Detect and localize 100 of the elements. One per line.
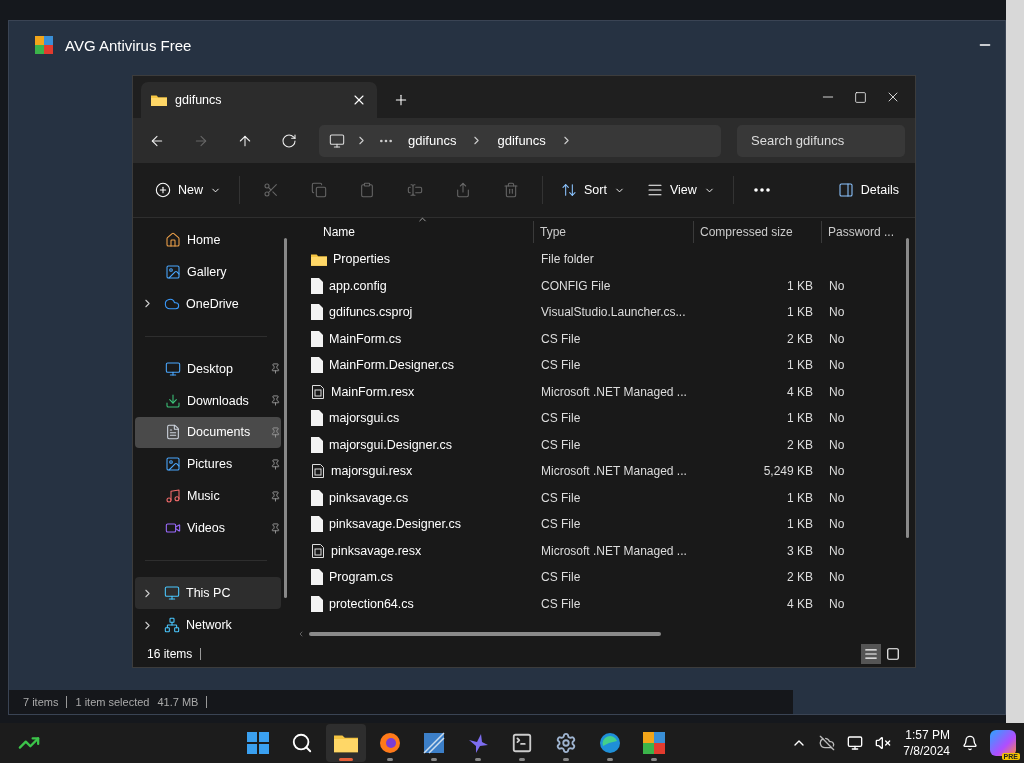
table-cell-text: CS File — [540, 331, 582, 346]
copy-icon — [311, 182, 327, 198]
search-field[interactable]: Search gdifuncs — [737, 124, 905, 157]
sidebar-item[interactable]: Desktop — [135, 352, 281, 385]
breadcrumb-link[interactable]: gdifuncs — [493, 133, 550, 148]
muted-speaker-icon[interactable] — [875, 735, 892, 751]
settings-icon — [554, 732, 577, 754]
column-header[interactable]: Name — [291, 221, 533, 243]
scroll-left-icon[interactable] — [297, 630, 305, 638]
file-name[interactable]: majorsgui.Designer.cs — [291, 436, 533, 453]
lines-icon — [864, 647, 878, 661]
table-cell-text: No — [828, 543, 846, 558]
table-cell-text: CS File — [540, 517, 582, 532]
table-cell-text: 4 KB — [786, 596, 814, 611]
gallery-icon — [165, 263, 181, 280]
sidebar-item[interactable]: Downloads — [135, 384, 281, 417]
file-name[interactable]: pinksavage.Designer.cs — [291, 516, 533, 533]
file-name[interactable]: gdifuncs.csproj — [291, 304, 533, 321]
table-cell-text: No — [828, 278, 846, 293]
table-cell-text: Microsoft .NET Managed ... — [540, 543, 688, 558]
folder-tab[interactable]: gdifuncs — [141, 82, 377, 118]
table-cell-text: 1 KB — [786, 278, 814, 293]
file-name[interactable]: majorsgui.cs — [291, 410, 533, 427]
file-name[interactable]: Program.cs — [291, 569, 533, 586]
document-icon — [311, 383, 325, 400]
sort-button[interactable]: Sort — [557, 178, 629, 202]
file-name[interactable]: MainForm.cs — [291, 330, 533, 347]
table-cell-text: No — [828, 411, 846, 426]
sidebar-item[interactable]: OneDrive — [135, 287, 281, 320]
sidebar-item[interactable]: Network — [135, 609, 281, 641]
table-cell-text: No — [828, 358, 846, 373]
document-icon — [165, 424, 181, 441]
table-cell-text: VisualStudio.Launcher.cs... — [540, 305, 687, 320]
sidebar-item[interactable]: Documents — [135, 416, 281, 449]
cloud-off-icon[interactable] — [819, 735, 836, 751]
computer-icon — [164, 585, 180, 602]
address-bar[interactable]: gdifuncs gdifuncs — [319, 124, 721, 157]
table-cell-text: No — [828, 464, 846, 479]
file-name[interactable]: MainForm.Designer.cs — [291, 357, 533, 374]
search-icon — [290, 732, 313, 754]
table-cell-text: CONFIG File — [540, 278, 612, 293]
column-header[interactable]: Compressed size — [693, 221, 821, 243]
table-cell-text: 3 KB — [786, 543, 814, 558]
details-button[interactable]: Details — [833, 178, 903, 202]
square-icon — [886, 647, 900, 661]
details-view-button[interactable] — [861, 644, 881, 664]
column-header[interactable]: Type — [533, 221, 693, 243]
table-cell-text: 1 KB — [786, 358, 814, 373]
notification-icon[interactable] — [962, 735, 978, 751]
windows-start-icon — [246, 732, 269, 754]
table-cell-text: 1 KB — [786, 517, 814, 532]
delete-icon — [503, 182, 519, 198]
music-icon — [165, 488, 181, 505]
breadcrumb-link[interactable]: gdifuncs — [404, 133, 461, 148]
sort-icon — [561, 182, 577, 198]
more-icon — [753, 188, 770, 192]
table-cell-text: CS File — [540, 411, 582, 426]
table-cell-text: CS File — [540, 596, 582, 611]
table-cell-text: No — [828, 517, 846, 532]
taskbar-app-button[interactable] — [325, 724, 366, 762]
table-cell-text: 1 KB — [786, 490, 814, 505]
file-name[interactable]: MainForm.resx — [291, 383, 533, 400]
picture-icon — [165, 456, 181, 473]
paste-icon — [359, 182, 375, 198]
table-cell-text: No — [828, 384, 846, 399]
view-button[interactable]: View — [642, 178, 719, 202]
table-cell-text: 2 KB — [786, 437, 814, 452]
sidebar-item[interactable]: Pictures — [135, 448, 281, 481]
table-cell-text: 1 KB — [786, 305, 814, 320]
sidebar-item[interactable]: This PC — [135, 577, 281, 610]
status-text: 1 item selected — [75, 696, 150, 708]
terminal-icon — [510, 732, 533, 754]
file-icon — [311, 569, 323, 586]
table-cell-text: CS File — [540, 358, 582, 373]
file-name[interactable]: pinksavage.cs — [291, 489, 533, 506]
file-icon — [311, 595, 323, 612]
file-name[interactable]: app.config — [291, 277, 533, 294]
file-name[interactable]: protection64.cs — [291, 595, 533, 612]
table-cell-text: 2 KB — [786, 570, 814, 585]
table-cell-text: CS File — [540, 570, 582, 585]
sidebar-item[interactable]: Gallery — [135, 255, 281, 288]
maximize-icon[interactable] — [854, 90, 867, 104]
folder-icon — [151, 93, 167, 107]
sidebar-item[interactable]: Home — [135, 224, 281, 256]
file-name[interactable]: pinksavage.resx — [291, 542, 533, 559]
sidebar-item[interactable]: Videos — [135, 512, 281, 545]
panel-icon — [837, 182, 854, 198]
table-cell-text: No — [828, 490, 846, 505]
file-name[interactable]: majorsgui.resx — [291, 463, 533, 480]
home-icon — [165, 231, 181, 248]
new-button[interactable]: New — [151, 178, 225, 202]
table-cell-text: Microsoft .NET Managed ... — [540, 464, 688, 479]
table-cell-text: 2 KB — [786, 331, 814, 346]
sidebar-item[interactable]: Music — [135, 480, 281, 513]
file-icon — [311, 357, 323, 374]
file-icon — [311, 304, 323, 321]
new-tab-icon[interactable] — [393, 92, 409, 108]
clock[interactable]: 1:57 PM 7/8/2024 — [903, 727, 950, 759]
file-name[interactable]: Properties — [291, 252, 533, 267]
table-cell-text: Microsoft .NET Managed ... — [540, 384, 688, 399]
